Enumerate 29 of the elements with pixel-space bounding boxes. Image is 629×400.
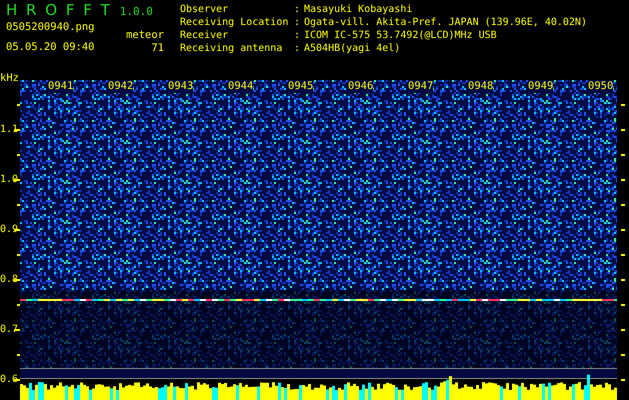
time-label: 0943	[168, 80, 194, 93]
time-label: 0946	[348, 80, 374, 93]
app-title: H R O F F T	[6, 3, 112, 18]
info-value: Ogata-vill. Akita-Pref. JAPAN (139.96E, 40.02N)	[304, 16, 587, 29]
date-time: 05.05.20 09:40	[6, 41, 96, 54]
file-name: 0505200940.png	[6, 21, 96, 34]
colon-separator: :	[294, 3, 302, 16]
info-value: Masayuki Kobayashi	[304, 3, 414, 16]
time-label: 0942	[108, 80, 134, 93]
time-label: 0941	[48, 80, 74, 93]
info-value: A504HB(yagi 4el)	[304, 42, 402, 55]
colon-separator: :	[294, 42, 302, 55]
info-value: ICOM IC-575 53.7492(@LCD)MHz USB	[304, 29, 498, 42]
time-label: 0950	[588, 80, 614, 93]
time-label: 0949	[528, 80, 554, 93]
time-label: 0945	[288, 80, 314, 93]
version-label: 1.0.0	[120, 5, 153, 18]
info-label: Receiver	[180, 29, 230, 42]
meteor-label: meteor	[126, 29, 164, 42]
axis-unit: kHz	[0, 72, 19, 85]
time-label: 0944	[228, 80, 254, 93]
colon-separator: :	[294, 16, 302, 29]
info-label: Receiving Location	[180, 16, 290, 29]
meteor-count: 71	[151, 42, 164, 55]
colon-separator: :	[294, 29, 302, 42]
time-label: 0947	[408, 80, 434, 93]
time-label: 0948	[468, 80, 494, 93]
info-label: Observer	[180, 3, 230, 16]
info-label: Receiving antenna	[180, 42, 284, 55]
